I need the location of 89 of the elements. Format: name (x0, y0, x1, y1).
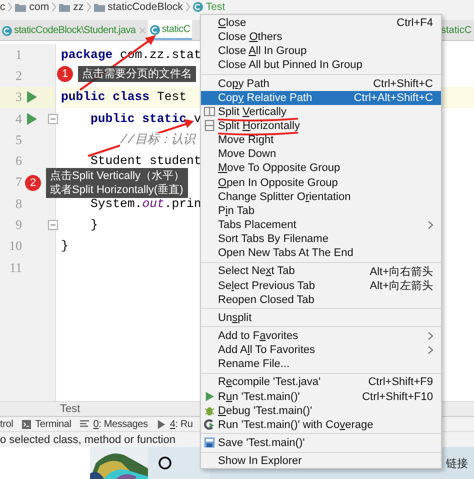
menu-item[interactable]: Add All To Favorites (201, 343, 441, 358)
code-line: Student student (90, 154, 202, 168)
fold-icon[interactable] (48, 220, 58, 230)
terminal-icon (22, 420, 32, 428)
chevron-icon (186, 2, 190, 12)
menu-item[interactable]: Rename File... (201, 357, 441, 372)
line-number: 10 (8, 238, 22, 254)
menu-item[interactable]: Close Others (201, 30, 441, 44)
line-number: 5 (14, 132, 22, 148)
line-number: 11 (8, 260, 22, 276)
menu-item[interactable]: Copy Path Ctrl+Shift+C (201, 76, 441, 91)
menu-item[interactable]: Debug 'Test.main()' (201, 404, 441, 418)
chevron-icon (52, 2, 56, 12)
code-line: } (61, 239, 68, 254)
menu-item[interactable]: Run 'Test.main()' with Coverage (201, 418, 441, 432)
status-text: o selected class, method or function (0, 434, 176, 446)
line-number: 2 (14, 68, 22, 84)
file-label: Test (60, 403, 80, 415)
code-line: System.out.prin (90, 196, 202, 211)
breadcrumb[interactable]: zz (73, 1, 84, 13)
class-icon (2, 26, 12, 36)
line-number: 1 (14, 46, 22, 63)
menu-item[interactable]: Save 'Test.main()' (201, 436, 441, 450)
line-number: 4 (14, 110, 22, 127)
run-icon (156, 420, 166, 428)
callout-text: 点击需要分页的文件名 (82, 67, 192, 81)
menu-item[interactable]: Split Horizontally (201, 118, 441, 134)
menu-item[interactable]: Move To Opposite Group (201, 161, 441, 176)
run-icon[interactable] (27, 112, 37, 125)
line-number: 9 (14, 217, 22, 234)
run-icon[interactable] (27, 91, 37, 104)
code-line: public class Test (61, 90, 186, 104)
tray-text[interactable]: 链接 (446, 456, 468, 470)
menu-item[interactable]: Change Splitter Orientation (201, 190, 441, 204)
menu-item[interactable]: Select Next Tab Alt+向右箭头 (201, 264, 441, 279)
menu-item[interactable]: Select Previous Tab Alt+向左箭头 (201, 278, 441, 293)
menu-item[interactable]: Close Ctrl+F4 (201, 16, 441, 30)
messages-icon (80, 420, 90, 428)
save-icon (204, 437, 215, 448)
split-horizontal-icon (204, 120, 215, 132)
bug-icon (204, 405, 215, 416)
class-icon (150, 24, 160, 34)
editor-tab[interactable]: staticC (148, 20, 192, 40)
line-number: 3 (14, 89, 22, 106)
split-vertical-icon (204, 106, 215, 118)
menu-item[interactable]: Recompile 'Test.java' Ctrl+Shift+F9 (201, 375, 441, 390)
line-number: 8 (14, 196, 22, 212)
menu-item[interactable]: Show In Explorer (201, 454, 441, 468)
callout-text: 或者Split Horizontally(垂直) (50, 183, 184, 197)
class-icon (192, 2, 203, 12)
tool-window-button[interactable]: 4: Ru (156, 418, 193, 430)
menu-item[interactable]: Split Vertically (201, 104, 441, 119)
menu-item[interactable]: Close All but Pinned In Group (201, 58, 441, 73)
chevron-icon (86, 2, 91, 12)
line-number: 7 (14, 174, 22, 190)
menu-item[interactable]: Reopen Closed Tab (201, 292, 441, 307)
editor-tab[interactable]: staticC (441, 24, 474, 36)
menu-item[interactable]: Open New Tabs At The End (201, 246, 441, 260)
folder-icon (94, 2, 105, 12)
tool-window-button[interactable]: trol (0, 418, 14, 430)
menu-item[interactable]: Open In Opposite Group (201, 176, 441, 190)
fold-icon[interactable] (48, 114, 58, 124)
breadcrumb[interactable]: c (0, 1, 6, 13)
chevron-icon (8, 2, 12, 12)
search-icon[interactable] (158, 456, 172, 470)
menu-item[interactable]: Pin Tab (201, 204, 441, 218)
tab-label: staticC (162, 24, 190, 34)
tool-window-button[interactable]: 0: Messages (80, 418, 148, 430)
run-icon (204, 391, 215, 402)
line-number: 6 (14, 153, 22, 170)
menu-item[interactable]: Tabs Placement (201, 218, 441, 232)
menu-item[interactable]: Move Right (201, 133, 441, 148)
menu-item[interactable]: Sort Tabs By Filename (201, 232, 441, 246)
menu-item[interactable]: Copy Relative Path Ctrl+Alt+Shift+C (201, 90, 441, 105)
step-badge: 1 (57, 66, 73, 82)
menu-item[interactable]: Close All In Group (201, 44, 441, 58)
menu-item[interactable]: Add to Favorites (201, 328, 441, 344)
code-line: } (90, 218, 98, 232)
menu-item[interactable]: Move Down (201, 147, 441, 162)
menu-item[interactable]: Run 'Test.main()' Ctrl+Shift+F10 (201, 390, 441, 404)
menu-item[interactable]: Unsplit (201, 310, 441, 325)
breadcrumb[interactable]: staticCodeBlock (108, 1, 183, 13)
coverage-icon (204, 419, 215, 430)
tab-label: staticCodeBlock\Student.java (14, 24, 136, 36)
breadcrumb[interactable]: com (29, 1, 50, 13)
callout-text: 点击Split Vertically（水平） (50, 169, 184, 183)
folder-icon (15, 2, 26, 12)
tool-window-button[interactable]: Terminal (22, 418, 72, 430)
folder-icon (59, 2, 70, 12)
